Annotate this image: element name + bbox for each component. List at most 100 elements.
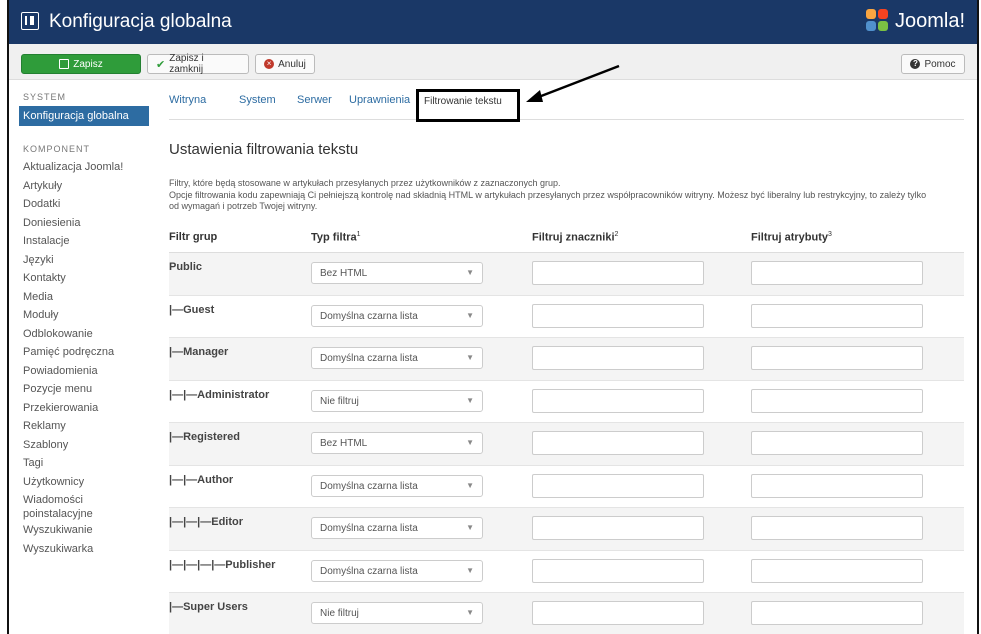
sidebar-item[interactable]: Wiadomości poinstalacyjne bbox=[19, 491, 149, 521]
sidebar-item-global-config[interactable]: Konfiguracja globalna bbox=[19, 106, 149, 126]
sidebar-item[interactable]: Użytkownicy bbox=[19, 473, 149, 492]
sidebar-item[interactable]: Moduły bbox=[19, 306, 149, 325]
filter-type-select[interactable]: Bez HTML ▼ bbox=[311, 262, 483, 284]
filter-attrs-input[interactable] bbox=[751, 303, 923, 328]
sidebar-item[interactable]: Pamięć podręczna bbox=[19, 343, 149, 362]
tab-text-filters[interactable]: Filtrowanie tekstu bbox=[416, 89, 520, 122]
chevron-down-icon: ▼ bbox=[466, 310, 474, 320]
save-button-label: Zapisz bbox=[73, 58, 103, 70]
filter-type-select[interactable]: Domyślna czarna lista ▼ bbox=[311, 474, 483, 497]
joomla-logo-icon bbox=[865, 9, 890, 33]
tab-site[interactable]: Witryna bbox=[169, 94, 206, 106]
sidebar-item[interactable]: Przekierowania bbox=[19, 399, 149, 418]
filter-tags-input[interactable] bbox=[532, 346, 704, 370]
col-header-type: Typ filtra1 bbox=[311, 231, 361, 244]
group-name: |—|—Author bbox=[169, 473, 234, 486]
filter-tags-input[interactable] bbox=[532, 558, 704, 583]
chevron-down-icon: ▼ bbox=[466, 268, 474, 277]
sidebar-item[interactable]: Powiadomienia bbox=[19, 362, 149, 381]
filter-tags-input[interactable] bbox=[532, 303, 704, 328]
check-icon: ✔ bbox=[156, 58, 166, 71]
app-frame: Konfiguracja globalna Joomla! Zapisz ✔ Z… bbox=[7, 0, 979, 634]
tab-server[interactable]: Serwer bbox=[297, 94, 332, 106]
tab-permissions[interactable]: Uprawnienia bbox=[349, 94, 410, 106]
sidebar-item[interactable]: Wyszukiwarka bbox=[19, 540, 149, 559]
table-header: Filtr grup Typ filtra1 Filtruj znaczniki… bbox=[169, 225, 964, 253]
joomla-logo[interactable]: Joomla! bbox=[865, 9, 965, 33]
sidebar-item[interactable]: Szablony bbox=[19, 436, 149, 455]
description-line-2: Opcje filtrowania kodu zapewniają Ci peł… bbox=[169, 189, 927, 212]
chevron-down-icon: ▼ bbox=[466, 565, 474, 575]
filter-tags-input[interactable] bbox=[532, 261, 704, 285]
chevron-down-icon: ▼ bbox=[466, 438, 474, 447]
group-name: |—|—Administrator bbox=[169, 388, 270, 401]
filter-attrs-input[interactable] bbox=[751, 346, 923, 370]
save-close-button[interactable]: ✔ Zapisz i zamknij bbox=[147, 53, 249, 75]
cancel-button-label: Anuluj bbox=[278, 58, 306, 70]
table-row: |—|—|—Editor Domyślna czarna lista ▼ bbox=[169, 508, 964, 551]
sidebar-item[interactable]: Wyszukiwanie bbox=[19, 521, 149, 540]
table-row: |—Guest Domyślna czarna lista ▼ bbox=[169, 296, 964, 338]
settings-panel-icon bbox=[21, 12, 39, 30]
filter-attrs-input[interactable] bbox=[751, 473, 923, 498]
save-close-button-label: Zapisz i zamknij bbox=[169, 53, 204, 75]
filter-type-select[interactable]: Nie filtruj ▼ bbox=[311, 389, 483, 412]
sidebar-item[interactable]: Języki bbox=[19, 251, 149, 270]
sidebar-item[interactable]: Tagi bbox=[19, 454, 149, 473]
section-heading: Ustawienia filtrowania tekstu bbox=[169, 141, 359, 158]
joomla-logo-text: Joomla! bbox=[894, 9, 965, 32]
section-description: Filtry, które będą stosowane w artykułac… bbox=[169, 178, 929, 213]
sidebar: SYSTEM Konfiguracja globalna KOMPONENT A… bbox=[19, 92, 149, 558]
group-name: |—|—|—Editor bbox=[169, 516, 244, 528]
filter-attrs-input[interactable] bbox=[751, 516, 923, 540]
help-button-label: Pomoc bbox=[924, 58, 956, 70]
tab-system[interactable]: System bbox=[239, 94, 276, 106]
sidebar-item[interactable]: Pozycje menu bbox=[19, 380, 149, 399]
filters-table: Filtr grup Typ filtra1 Filtruj znaczniki… bbox=[169, 225, 964, 634]
chevron-down-icon: ▼ bbox=[466, 353, 474, 362]
sidebar-item[interactable]: Reklamy bbox=[19, 417, 149, 436]
filter-tags-input[interactable] bbox=[532, 388, 704, 413]
filter-tags-input[interactable] bbox=[532, 473, 704, 498]
table-row: |—|—Administrator Nie filtruj ▼ bbox=[169, 381, 964, 423]
filter-attrs-input[interactable] bbox=[751, 261, 923, 285]
table-row: Public Bez HTML ▼ bbox=[169, 253, 964, 296]
group-name: Public bbox=[169, 261, 203, 273]
group-name: |—|—|—|—Publisher bbox=[169, 558, 276, 571]
filter-tags-input[interactable] bbox=[532, 516, 704, 540]
group-name: |—Super Users bbox=[169, 601, 248, 613]
filter-attrs-input[interactable] bbox=[751, 601, 923, 625]
filter-type-select[interactable]: Domyślna czarna lista ▼ bbox=[311, 559, 483, 582]
chevron-down-icon: ▼ bbox=[466, 395, 474, 405]
sidebar-item[interactable]: Artykuły bbox=[19, 177, 149, 196]
filter-type-select[interactable]: Bez HTML ▼ bbox=[311, 432, 483, 454]
table-row: |—Super Users Nie filtruj ▼ bbox=[169, 593, 964, 634]
col-header-attrs: Filtruj atrybuty3 bbox=[751, 231, 832, 244]
sidebar-item[interactable]: Kontakty bbox=[19, 269, 149, 288]
cancel-button[interactable]: × Anuluj bbox=[255, 54, 315, 74]
save-button[interactable]: Zapisz bbox=[21, 54, 141, 74]
table-row: |—Registered Bez HTML ▼ bbox=[169, 423, 964, 466]
sidebar-item[interactable]: Instalacje bbox=[19, 232, 149, 251]
filter-type-select[interactable]: Nie filtruj ▼ bbox=[311, 602, 483, 624]
chevron-down-icon: ▼ bbox=[466, 608, 474, 617]
col-header-group: Filtr grup bbox=[169, 231, 218, 243]
filter-type-select[interactable]: Domyślna czarna lista ▼ bbox=[311, 517, 483, 539]
sidebar-header-system: SYSTEM bbox=[23, 92, 67, 102]
chevron-down-icon: ▼ bbox=[466, 523, 474, 532]
description-line-1: Filtry, które będą stosowane w artykułac… bbox=[169, 178, 561, 188]
sidebar-item[interactable]: Dodatki bbox=[19, 195, 149, 214]
sidebar-item[interactable]: Media bbox=[19, 288, 149, 307]
filter-attrs-input[interactable] bbox=[751, 558, 923, 583]
help-button[interactable]: ? Pomoc bbox=[901, 54, 965, 74]
filter-type-select[interactable]: Domyślna czarna lista ▼ bbox=[311, 347, 483, 369]
filter-attrs-input[interactable] bbox=[751, 431, 923, 455]
sidebar-item[interactable]: Aktualizacja Joomla! bbox=[19, 158, 149, 177]
sidebar-item[interactable]: Odblokowanie bbox=[19, 325, 149, 344]
filter-tags-input[interactable] bbox=[532, 601, 704, 625]
help-icon: ? bbox=[910, 59, 921, 69]
filter-attrs-input[interactable] bbox=[751, 388, 923, 413]
sidebar-item[interactable]: Doniesienia bbox=[19, 214, 149, 233]
filter-tags-input[interactable] bbox=[532, 431, 704, 455]
filter-type-select[interactable]: Domyślna czarna lista ▼ bbox=[311, 304, 483, 327]
